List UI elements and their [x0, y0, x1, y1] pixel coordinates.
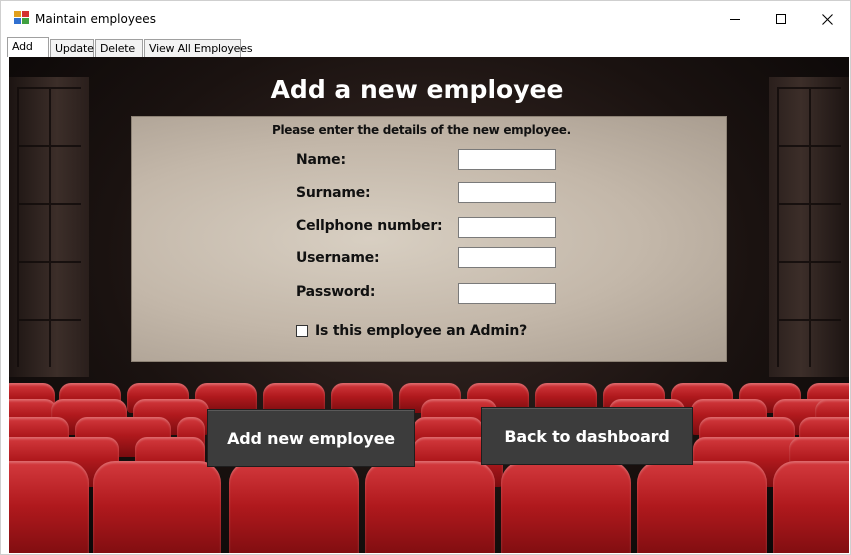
admin-checkbox-label[interactable]: Is this employee an Admin? [315, 323, 527, 339]
name-label: Name: [296, 152, 346, 168]
maximize-button[interactable] [758, 1, 804, 37]
theater-wall-left [9, 77, 89, 377]
name-field[interactable] [458, 149, 556, 170]
close-icon [821, 13, 833, 25]
admin-checkbox-row[interactable]: Is this employee an Admin? [296, 323, 527, 339]
close-button[interactable] [804, 1, 850, 37]
page-title: Add a new employee [270, 75, 564, 104]
minimize-button[interactable] [712, 1, 758, 37]
password-field[interactable] [458, 283, 556, 304]
tab-view-all-employees[interactable]: View All Employees [144, 39, 253, 57]
tab-content-add: Add a new employee Please enter the deta… [9, 57, 849, 553]
app-window-icon [14, 11, 30, 25]
theater-seats [9, 377, 849, 553]
surname-label: Surname: [296, 185, 371, 201]
cellphone-label: Cellphone number: [296, 218, 443, 234]
tab-add[interactable]: Add [7, 37, 49, 57]
username-label: Username: [296, 250, 380, 266]
tab-strip: Add Update Delete View All Employees [7, 37, 847, 57]
title-bar: Maintain employees [1, 1, 850, 37]
window-title: Maintain employees [35, 12, 156, 26]
username-field[interactable] [458, 247, 556, 268]
main-window: Maintain employees Add Update Delete Vie… [0, 0, 851, 555]
maximize-icon [776, 14, 786, 24]
add-employee-button[interactable]: Add new employee [207, 409, 415, 467]
back-to-dashboard-button[interactable]: Back to dashboard [481, 407, 693, 465]
form-panel: Please enter the details of the new empl… [131, 116, 727, 362]
cellphone-field[interactable] [458, 217, 556, 238]
admin-checkbox[interactable] [296, 325, 308, 337]
form-instructions: Please enter the details of the new empl… [272, 123, 571, 137]
surname-field[interactable] [458, 182, 556, 203]
minimize-icon [730, 18, 740, 20]
tab-delete[interactable]: Delete [95, 39, 143, 57]
theater-wall-right [769, 77, 849, 377]
password-label: Password: [296, 284, 376, 300]
tab-update[interactable]: Update [50, 39, 94, 57]
